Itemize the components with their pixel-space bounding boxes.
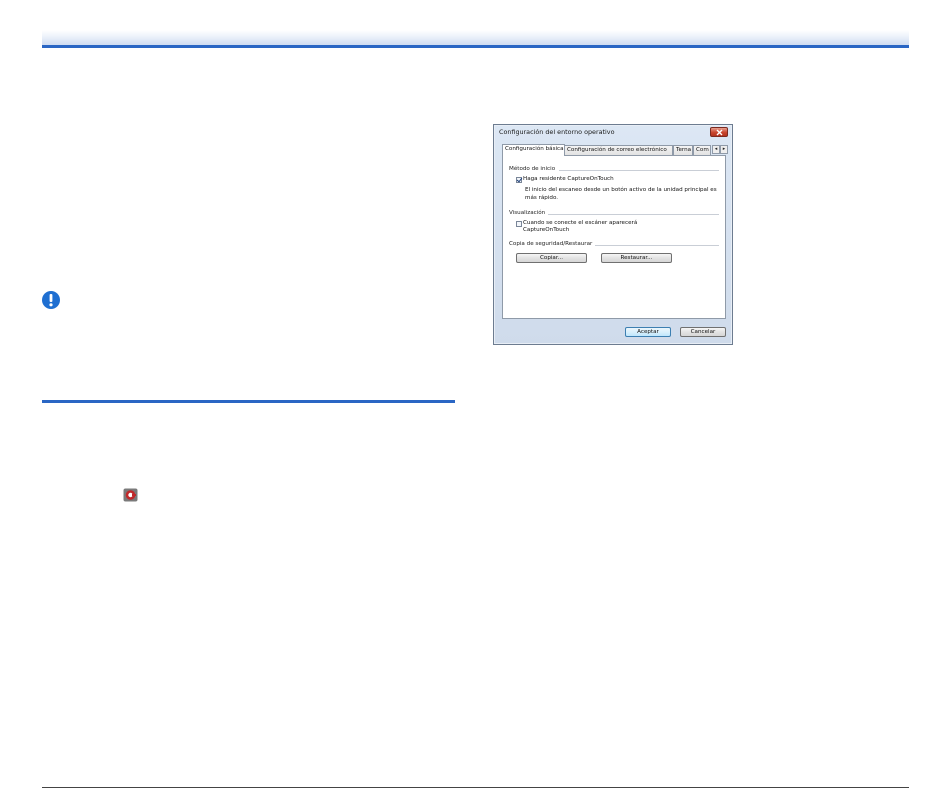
ok-button[interactable]: Aceptar [625, 327, 671, 337]
start-method-description: El inicio del escaneo desde un botón act… [525, 187, 717, 201]
tab-label: Terna [676, 147, 692, 153]
display-group-label: Visualización [509, 210, 546, 216]
tab-label: Configuración de correo electrónico [567, 147, 667, 153]
tab-label: Com [696, 147, 709, 153]
backup-group-label: Copia de seguridad/Restaurar [509, 241, 593, 247]
tab-email-settings[interactable]: Configuración de correo electrónico [564, 145, 673, 155]
close-button[interactable] [710, 127, 728, 137]
resident-checkbox[interactable] [516, 176, 522, 183]
tab-com[interactable]: Com [693, 145, 711, 155]
copy-button[interactable]: Copiar... [516, 253, 587, 263]
header-band [42, 30, 909, 45]
important-note-icon [41, 290, 61, 310]
display-checkbox[interactable] [516, 220, 522, 227]
close-icon [716, 129, 723, 136]
display-checkbox-row[interactable]: Cuando se conecte el escáner aparecerá C… [516, 220, 656, 233]
chevron-right-icon: ▸ [722, 146, 726, 152]
resident-checkbox-label: Haga residente CaptureOnTouch [523, 176, 614, 182]
header-rule [42, 45, 909, 48]
group-divider [548, 214, 719, 215]
dialog-titlebar[interactable]: Configuración del entorno operativo [494, 125, 732, 141]
captureontouch-app-icon [123, 487, 138, 502]
tab-panel-basic: Método de inicio Haga residente CaptureO… [502, 155, 726, 319]
display-checkbox-label: Cuando se conecte el escáner aparecerá C… [523, 220, 638, 233]
group-divider [595, 245, 719, 246]
tab-label: Configuración básica [505, 146, 564, 152]
footer-rule [42, 787, 909, 788]
tab-scroll-left-button[interactable]: ◂ [712, 145, 720, 154]
tab-scroll-right-button[interactable]: ▸ [720, 145, 728, 154]
group-divider [559, 170, 719, 171]
section-rule [42, 400, 455, 403]
start-method-group-label: Método de inicio [509, 166, 556, 172]
settings-dialog: Configuración del entorno operativo Conf… [493, 124, 733, 345]
resident-checkbox-row[interactable]: Haga residente CaptureOnTouch [516, 176, 614, 183]
dialog-title: Configuración del entorno operativo [499, 128, 615, 136]
restore-button[interactable]: Restaurar... [601, 253, 672, 263]
tab-basic-settings[interactable]: Configuración básica [502, 144, 565, 156]
cancel-button[interactable]: Cancelar [680, 327, 726, 337]
tab-terna[interactable]: Terna [673, 145, 693, 155]
chevron-left-icon: ◂ [714, 146, 718, 152]
